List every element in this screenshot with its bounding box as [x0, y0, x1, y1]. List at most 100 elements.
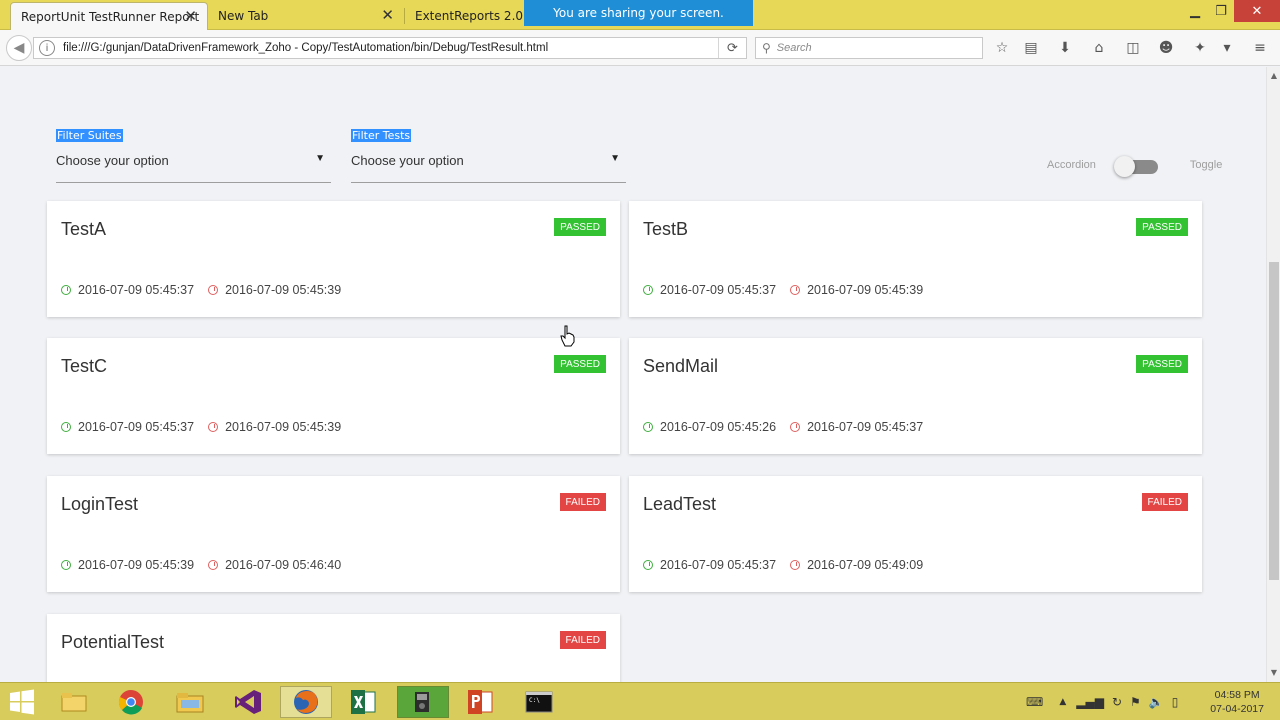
clock-start-icon — [643, 285, 653, 295]
test-card[interactable]: LeadTest FAILED 2016-07-09 05:45:37 2016… — [629, 476, 1202, 592]
test-card[interactable]: TestB PASSED 2016-07-09 05:45:37 2016-07… — [629, 201, 1202, 317]
end-time: 2016-07-09 05:46:40 — [225, 558, 342, 572]
filter-tests-select[interactable]: Choose your option ▼ — [351, 153, 626, 183]
restore-button[interactable]: ❐ — [1206, 0, 1236, 22]
page-scrollbar[interactable]: ▲ ▼ — [1266, 67, 1280, 682]
test-card[interactable]: TestA PASSED 2016-07-09 05:45:37 2016-07… — [47, 201, 620, 317]
status-badge: PASSED — [554, 218, 606, 236]
firefox-icon[interactable] — [280, 686, 332, 718]
pocket-icon[interactable]: ◫ — [1124, 39, 1142, 57]
scroll-up-icon[interactable]: ▲ — [1269, 71, 1279, 81]
folder-icon[interactable] — [164, 686, 216, 718]
signal-icon[interactable]: ▂▄▆ — [1076, 695, 1104, 709]
camtasia-icon[interactable] — [397, 686, 449, 718]
battery-icon[interactable]: ▯ — [1172, 695, 1179, 709]
chrome-icon[interactable] — [105, 686, 157, 718]
toggle-label: Toggle — [1189, 159, 1223, 171]
close-icon[interactable]: ✕ — [184, 8, 197, 24]
test-name: LeadTest — [643, 494, 717, 514]
close-window-button[interactable]: ✕ — [1234, 0, 1280, 22]
flag-icon[interactable]: ⚑ — [1130, 695, 1141, 709]
scroll-down-icon[interactable]: ▼ — [1269, 668, 1279, 678]
filter-suites-label: Filter Suites — [56, 129, 123, 142]
filter-tests-label: Filter Tests — [351, 129, 412, 142]
search-placeholder: Search — [776, 42, 812, 54]
tab-label: New Tab — [218, 9, 269, 23]
excel-icon[interactable] — [337, 686, 389, 718]
test-card[interactable]: LoginTest FAILED 2016-07-09 05:45:39 201… — [47, 476, 620, 592]
caret-down-icon: ▼ — [610, 153, 620, 164]
close-icon[interactable]: ✕ — [381, 7, 394, 23]
volume-icon[interactable]: 🔈 — [1149, 695, 1164, 709]
test-card[interactable]: PotentialTest FAILED — [47, 614, 620, 682]
test-name: PotentialTest — [61, 632, 165, 652]
test-name: TestA — [61, 219, 107, 239]
info-icon[interactable]: i — [39, 40, 55, 56]
cmd-icon[interactable]: C:\ — [513, 686, 565, 718]
start-time: 2016-07-09 05:45:37 — [78, 420, 195, 434]
view-switch[interactable] — [1113, 156, 1158, 177]
bookmark-star-icon[interactable]: ☆ — [993, 39, 1011, 57]
clock-end-icon — [790, 560, 801, 570]
hello-icon[interactable]: ☻ — [1157, 39, 1175, 57]
filter-tests: Filter Tests Choose your option ▼ — [351, 124, 626, 183]
status-badge: FAILED — [559, 493, 606, 511]
address-bar[interactable]: i file:///G:/gunjan/DataDrivenFramework_… — [33, 37, 747, 59]
test-times: 2016-07-09 05:45:39 2016-07-09 05:46:40 — [61, 558, 341, 572]
end-time: 2016-07-09 05:45:39 — [807, 283, 924, 297]
tab-label: ReportUnit TestRunner Report — [21, 9, 200, 24]
clock-end-icon — [790, 422, 801, 432]
test-card[interactable]: SendMail PASSED 2016-07-09 05:45:26 2016… — [629, 338, 1202, 454]
filter-tests-value: Choose your option — [351, 153, 464, 168]
test-times: 2016-07-09 05:45:37 2016-07-09 05:45:39 — [643, 283, 923, 297]
screen-share-banner: You are sharing your screen. — [524, 0, 753, 26]
filter-suites-select[interactable]: Choose your option ▼ — [56, 153, 331, 183]
caret-down-icon: ▼ — [315, 153, 325, 164]
reading-list-icon[interactable]: ▤ — [1022, 39, 1040, 57]
accordion-label: Accordion — [1047, 159, 1096, 171]
home-icon[interactable]: ⌂ — [1090, 39, 1108, 57]
tray-expand-icon[interactable]: ▲ — [1059, 697, 1066, 707]
clock-end-icon — [208, 285, 219, 295]
back-button[interactable]: ◀ — [6, 35, 32, 61]
start-time: 2016-07-09 05:45:37 — [78, 283, 195, 297]
hand-cursor-icon — [560, 325, 575, 347]
extension-icon[interactable]: ✦ — [1191, 39, 1209, 57]
test-times: 2016-07-09 05:45:26 2016-07-09 05:45:37 — [643, 420, 923, 434]
start-time: 2016-07-09 05:45:26 — [660, 420, 777, 434]
clock-end-icon — [208, 422, 219, 432]
status-badge: FAILED — [1141, 493, 1188, 511]
file-explorer-icon[interactable] — [48, 686, 100, 718]
tab-extentreports[interactable]: ExtentReports 2.0 — [405, 2, 525, 30]
sync-icon[interactable]: ↻ — [1112, 695, 1122, 709]
svg-text:C:\: C:\ — [529, 697, 540, 704]
end-time: 2016-07-09 05:45:39 — [225, 283, 342, 297]
test-name: SendMail — [643, 356, 719, 376]
test-name: TestC — [61, 356, 108, 376]
visual-studio-icon[interactable] — [222, 686, 274, 718]
scroll-thumb[interactable] — [1269, 262, 1279, 580]
overflow-chevron-icon[interactable]: ▾ — [1218, 39, 1236, 57]
windows-taskbar: C:\ ⌨ ▲ ▂▄▆ ↻ ⚑ 🔈 ▯ 04:58 PM 07-04-2017 — [0, 682, 1280, 720]
reload-icon[interactable]: ⟳ — [718, 38, 746, 58]
tab-new-tab[interactable]: New Tab ✕ — [208, 2, 404, 30]
clock[interactable]: 04:58 PM 07-04-2017 — [1210, 688, 1264, 716]
arrow-left-icon: ◀ — [13, 40, 25, 56]
end-time: 2016-07-09 05:45:37 — [807, 420, 924, 434]
test-times: 2016-07-09 05:45:37 2016-07-09 05:49:09 — [643, 558, 923, 572]
search-input[interactable]: ⚲ Search — [755, 37, 983, 59]
clock-date: 07-04-2017 — [1210, 703, 1264, 715]
windows-start-icon[interactable] — [8, 689, 36, 715]
status-badge: PASSED — [554, 355, 606, 373]
start-time: 2016-07-09 05:45:39 — [78, 558, 195, 572]
clock-start-icon — [61, 422, 71, 432]
menu-icon[interactable]: ≡ — [1251, 39, 1269, 57]
tab-reportunit[interactable]: ReportUnit TestRunner Report ✕ — [10, 2, 208, 30]
powerpoint-icon[interactable] — [454, 686, 506, 718]
test-card[interactable]: TestC PASSED 2016-07-09 05:45:37 2016-07… — [47, 338, 620, 454]
download-icon[interactable]: ⬇ — [1056, 39, 1074, 57]
switch-knob[interactable] — [1113, 156, 1135, 177]
system-tray: ⌨ ▲ ▂▄▆ ↻ ⚑ 🔈 ▯ — [1026, 683, 1178, 720]
keyboard-icon[interactable]: ⌨ — [1026, 695, 1043, 709]
end-time: 2016-07-09 05:45:39 — [225, 420, 342, 434]
